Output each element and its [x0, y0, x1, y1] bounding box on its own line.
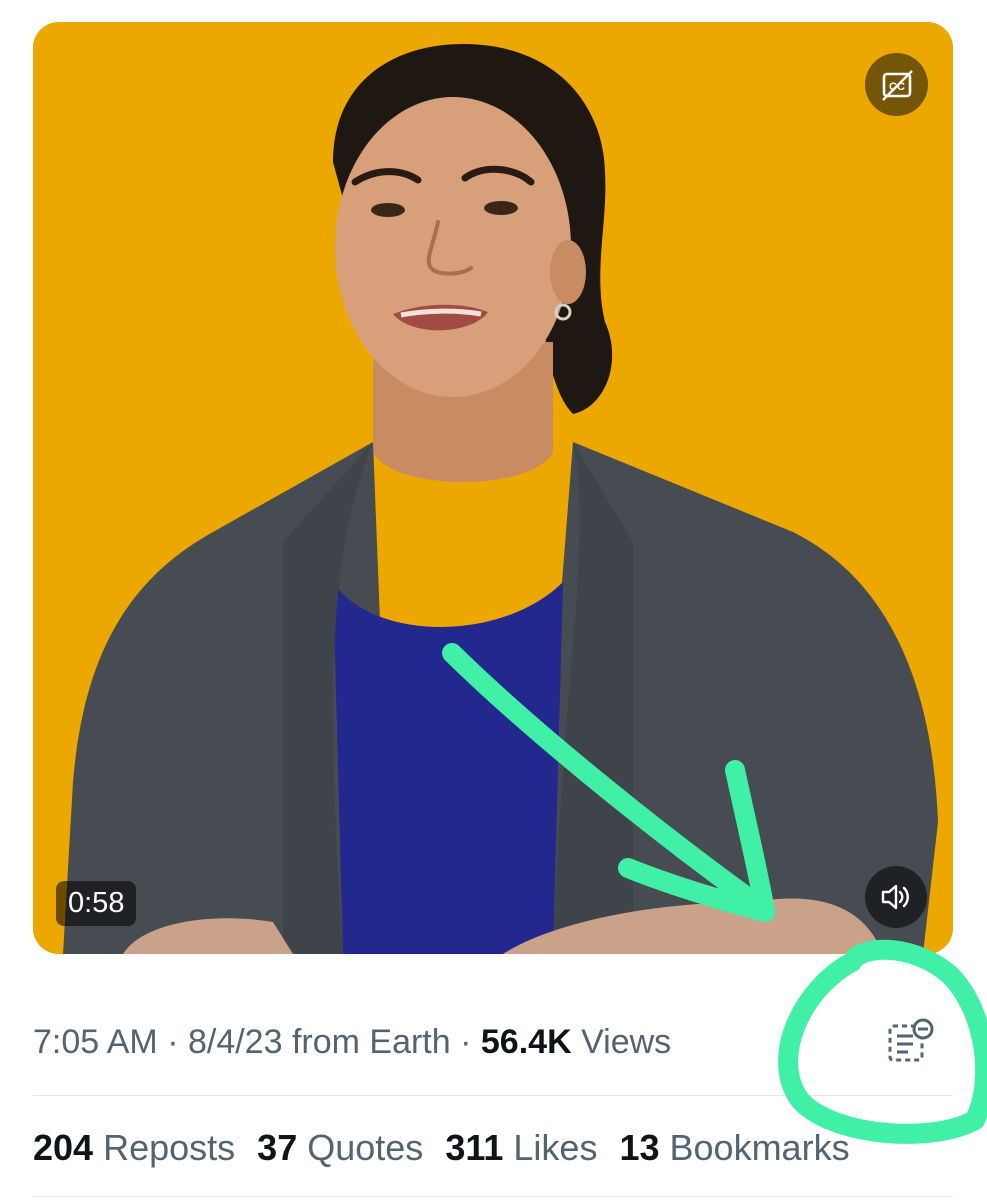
video-duration: 0:58 [56, 881, 137, 926]
speaker-icon [881, 884, 909, 910]
separator: · [157, 1023, 188, 1061]
video-frame [33, 22, 953, 954]
separator: · [450, 1023, 481, 1061]
video-player[interactable]: CC 0:58 [33, 22, 953, 954]
views-count: 56.4K [480, 1023, 572, 1061]
community-notes-icon[interactable] [886, 1018, 934, 1064]
stat-count: 311 [445, 1127, 504, 1168]
stat-label: Bookmarks [669, 1127, 850, 1168]
post-metadata: 7:05 AM · 8/4/23 from Earth · 56.4K View… [33, 1017, 671, 1067]
stat-quotes[interactable]: 37 Quotes [257, 1127, 423, 1168]
stat-bookmarks[interactable]: 13 Bookmarks [619, 1127, 849, 1168]
engagement-stats: 204 Reposts 37 Quotes 311 Likes 13 Bookmark… [33, 1122, 872, 1174]
post-date[interactable]: 8/4/23 [188, 1023, 283, 1061]
stat-count: 13 [619, 1127, 660, 1168]
post-source: from Earth [282, 1023, 451, 1061]
stat-count: 204 [33, 1127, 94, 1168]
stat-likes[interactable]: 311 Likes [445, 1127, 597, 1168]
views-label: Views [571, 1023, 672, 1061]
stat-count: 37 [257, 1127, 298, 1168]
stat-label: Likes [513, 1127, 598, 1168]
post-time[interactable]: 7:05 AM [33, 1023, 158, 1061]
stat-label: Quotes [307, 1127, 424, 1168]
stat-label: Reposts [103, 1127, 236, 1168]
divider [33, 1095, 953, 1096]
captions-button[interactable]: CC [865, 53, 928, 116]
mute-toggle-button[interactable] [865, 866, 927, 928]
captions-off-icon: CC [881, 69, 913, 101]
divider [33, 1196, 953, 1197]
stat-reposts[interactable]: 204 Reposts [33, 1127, 235, 1168]
